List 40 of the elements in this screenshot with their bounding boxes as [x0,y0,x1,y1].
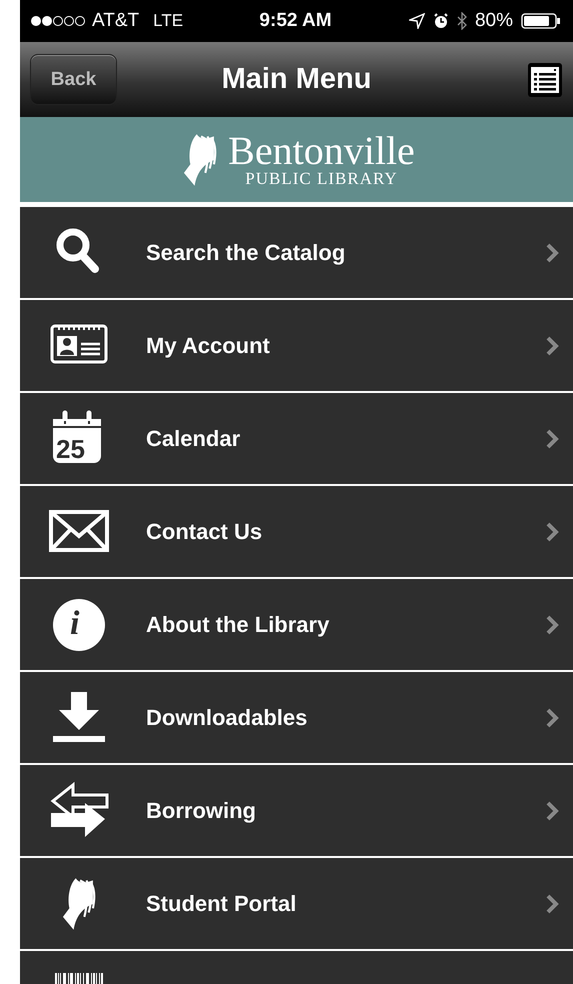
alarm-icon [432,13,449,29]
menu-item[interactable]: Downloadables [20,672,573,763]
carrier: AT&T [92,10,140,32]
chevron-icon [545,336,559,356]
chevron-icon [545,522,559,542]
network-type: LTE [153,11,184,31]
chevron-icon [545,708,559,728]
menu-label: Downloadables [146,704,308,730]
battery-icon [521,13,561,29]
library-name: Bentonville [228,132,415,170]
menu-item[interactable]: My Account [20,300,573,391]
list-menu-icon[interactable] [527,62,563,98]
menu-label: Borrowing [146,798,257,824]
back-button[interactable]: Back [30,54,117,105]
menu-label: About the Library [146,612,330,638]
chevron-icon [545,242,559,262]
menu-item[interactable]: 25 Calendar [20,393,573,484]
menu-label: Contact Us [146,518,264,544]
signal-icon [30,15,86,27]
chevron-icon [545,428,559,448]
menu-label: Calendar [146,426,242,452]
menu-item[interactable]: Search the Catalog [20,207,573,298]
clock: 9:52 AM [258,10,333,32]
icon-label: i [70,604,80,642]
library-subtitle: PUBLIC LIBRARY [245,170,398,188]
menu-label: My Account [146,332,271,358]
menu-label: Search the Catalog [146,240,346,266]
menu-label: Student Portal [146,890,298,916]
chevron-icon [545,800,559,820]
battery-percentage: 80% [474,10,513,32]
menu-item[interactable]: Student Portal [20,858,573,949]
chevron-icon [545,894,559,914]
menu-item[interactable]: i About the Library [20,579,573,670]
location-icon [408,13,425,29]
bluetooth-icon [456,12,467,30]
page-title: Main Menu [220,63,372,96]
chevron-icon [545,614,559,634]
icon-label: 25 [56,434,85,464]
menu-item[interactable]: Borrowing [20,765,573,856]
menu-item[interactable]: Contact Us [20,486,573,577]
